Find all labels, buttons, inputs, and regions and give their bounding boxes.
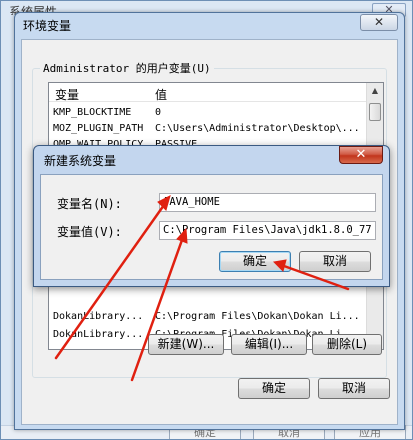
variable-value-field[interactable]: C:\Program Files\Java\jdk1.8.0_77 xyxy=(159,221,376,240)
scrollbar-thumb[interactable] xyxy=(369,103,381,121)
variable-name: DokanLibrary... xyxy=(53,311,144,322)
new-system-variable-client: 变量名(N): JAVA_HOME 变量值(V): C:\Program Fil… xyxy=(40,174,383,280)
user-variables-label: Administrator 的用户变量(U) xyxy=(40,60,214,76)
delete-variable-button[interactable]: 删除(L) xyxy=(312,334,382,355)
environment-variables-close-button[interactable]: ✕ xyxy=(360,14,398,31)
variable-name: DokanLibrary... xyxy=(53,329,144,340)
variable-value: 0 xyxy=(155,107,162,118)
variable-name-field[interactable]: JAVA_HOME xyxy=(159,193,376,212)
new-system-variable-title: 新建系统变量 xyxy=(44,154,117,168)
variable-name-label: 变量名(N): xyxy=(57,197,122,211)
scroll-up-icon[interactable]: ▲ xyxy=(369,85,381,97)
list-item[interactable]: DokanLibrary... C:\Program Files\Dokan\D… xyxy=(49,309,367,325)
new-variable-button[interactable]: 新建(W)... xyxy=(148,334,224,355)
edit-variable-button[interactable]: 编辑(I)... xyxy=(231,334,307,355)
variable-value-label: 变量值(V): xyxy=(57,225,122,239)
column-header-variable[interactable]: 变量 xyxy=(55,86,79,103)
variable-name: MOZ_PLUGIN_PATH xyxy=(53,123,144,134)
new-variable-cancel-button[interactable]: 取消 xyxy=(299,251,371,272)
env-cancel-button[interactable]: 取消 xyxy=(318,378,390,399)
new-variable-ok-button[interactable]: 确定 xyxy=(219,251,291,272)
new-system-variable-close-button[interactable]: ✕ xyxy=(339,146,383,164)
variable-name: KMP_BLOCKTIME xyxy=(53,107,132,118)
column-header-value[interactable]: 值 xyxy=(155,86,167,103)
variable-value: C:\Program Files\Dokan\Dokan Li... xyxy=(155,311,360,322)
variable-value: C:\Users\Administrator\Desktop\... xyxy=(155,123,360,134)
environment-variables-title: 环境变量 xyxy=(23,19,72,33)
new-system-variable-dialog: 新建系统变量 ✕ 变量名(N): JAVA_HOME 变量值(V): C:\Pr… xyxy=(33,145,390,287)
list-header: 变量 值 xyxy=(49,83,367,102)
list-item[interactable]: MOZ_PLUGIN_PATH C:\Users\Administrator\D… xyxy=(49,121,367,137)
list-item[interactable]: KMP_BLOCKTIME 0 xyxy=(49,105,367,121)
env-ok-button[interactable]: 确定 xyxy=(238,378,310,399)
